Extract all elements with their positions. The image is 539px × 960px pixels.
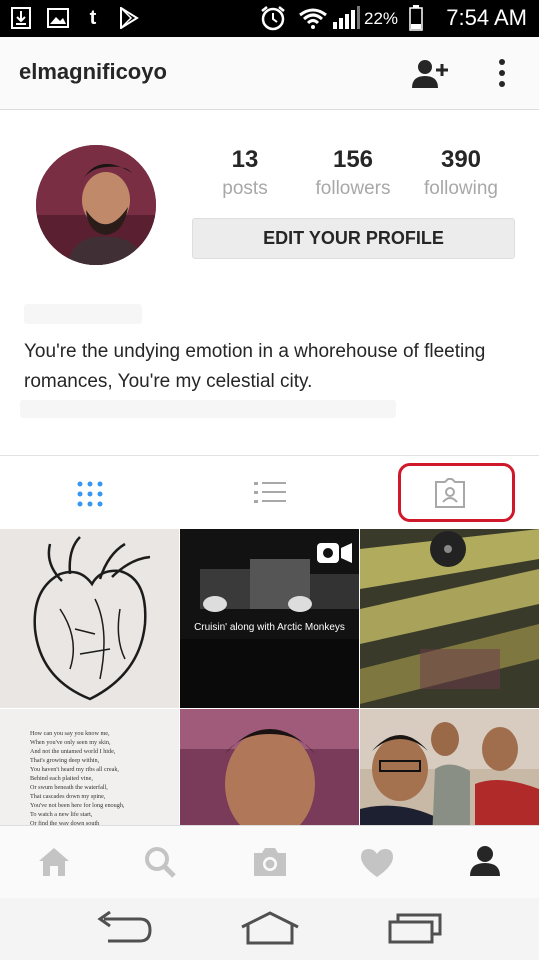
following-label: following bbox=[424, 178, 498, 199]
video-camera-icon bbox=[317, 542, 353, 569]
tumblr-icon: t bbox=[89, 6, 97, 29]
poem-line: And not the untamed world I hide, bbox=[30, 748, 116, 755]
poem-line: That cascades down my spine, bbox=[30, 793, 106, 800]
heart-icon[interactable] bbox=[360, 848, 394, 883]
profile-bio: You're the undying emotion in a whorehou… bbox=[24, 341, 486, 392]
poem-line: Or swum beneath the waterfall, bbox=[30, 784, 108, 791]
poem-line: When you've only seen my skin, bbox=[30, 739, 111, 746]
recents-icon[interactable] bbox=[388, 912, 442, 949]
battery-percent: 22% bbox=[364, 9, 399, 28]
add-person-icon[interactable] bbox=[412, 58, 450, 95]
grid-icon[interactable] bbox=[77, 481, 103, 512]
followers-label: followers bbox=[315, 178, 391, 199]
home-icon[interactable] bbox=[38, 847, 70, 882]
signal-icon bbox=[332, 6, 360, 30]
stat-following[interactable]: 390 following bbox=[406, 146, 516, 200]
following-count: 390 bbox=[440, 146, 482, 173]
obscured-link bbox=[20, 400, 396, 418]
post-tile[interactable] bbox=[360, 529, 539, 708]
tagged-tab-highlight bbox=[398, 463, 515, 522]
poem-line: To watch a new life start, bbox=[30, 811, 93, 818]
post-tile[interactable] bbox=[0, 529, 179, 708]
stat-posts[interactable]: 13 posts bbox=[190, 146, 300, 200]
poem-line: You've not been here for long enough, bbox=[30, 802, 125, 809]
image-icon bbox=[46, 6, 70, 30]
wifi-icon bbox=[297, 6, 329, 30]
camera-icon[interactable] bbox=[252, 847, 288, 882]
play-store-icon bbox=[118, 6, 140, 30]
download-icon bbox=[10, 6, 32, 30]
poem-text: How can you say you know me, When you've… bbox=[30, 729, 179, 828]
profile-icon[interactable] bbox=[469, 845, 501, 882]
app-header: elmagnificoyo bbox=[0, 37, 539, 110]
followers-count: 156 bbox=[332, 146, 374, 173]
clock: 7:54 AM bbox=[446, 5, 527, 30]
edit-profile-button[interactable]: EDIT YOUR PROFILE bbox=[192, 218, 515, 259]
battery-icon bbox=[408, 5, 424, 31]
status-bar: t 22% 7:54 AM bbox=[0, 0, 539, 37]
post-tile-video[interactable]: Cruisin' along with Arctic Monkeys bbox=[180, 529, 359, 708]
search-icon[interactable] bbox=[144, 846, 176, 883]
back-icon[interactable] bbox=[96, 910, 152, 950]
poem-line: Behind each plaited vine, bbox=[30, 775, 93, 782]
more-vertical-icon[interactable] bbox=[496, 57, 508, 94]
list-icon[interactable] bbox=[254, 480, 286, 511]
poem-line: You haven't heard my ribs all creak, bbox=[30, 766, 119, 773]
bottom-nav bbox=[0, 825, 539, 898]
obscured-name bbox=[24, 304, 142, 324]
system-nav-bar bbox=[0, 898, 539, 960]
profile-username: elmagnificoyo bbox=[19, 59, 167, 84]
poem-line: That's growing deep within, bbox=[30, 757, 100, 764]
alarm-icon bbox=[259, 6, 287, 31]
video-caption: Cruisin' along with Arctic Monkeys bbox=[194, 622, 345, 633]
stat-followers[interactable]: 156 followers bbox=[298, 146, 408, 200]
avatar[interactable] bbox=[36, 145, 156, 265]
posts-count: 13 bbox=[231, 146, 259, 173]
posts-label: posts bbox=[222, 178, 268, 199]
poem-line: How can you say you know me, bbox=[30, 730, 110, 737]
home-button-icon[interactable] bbox=[240, 911, 300, 950]
